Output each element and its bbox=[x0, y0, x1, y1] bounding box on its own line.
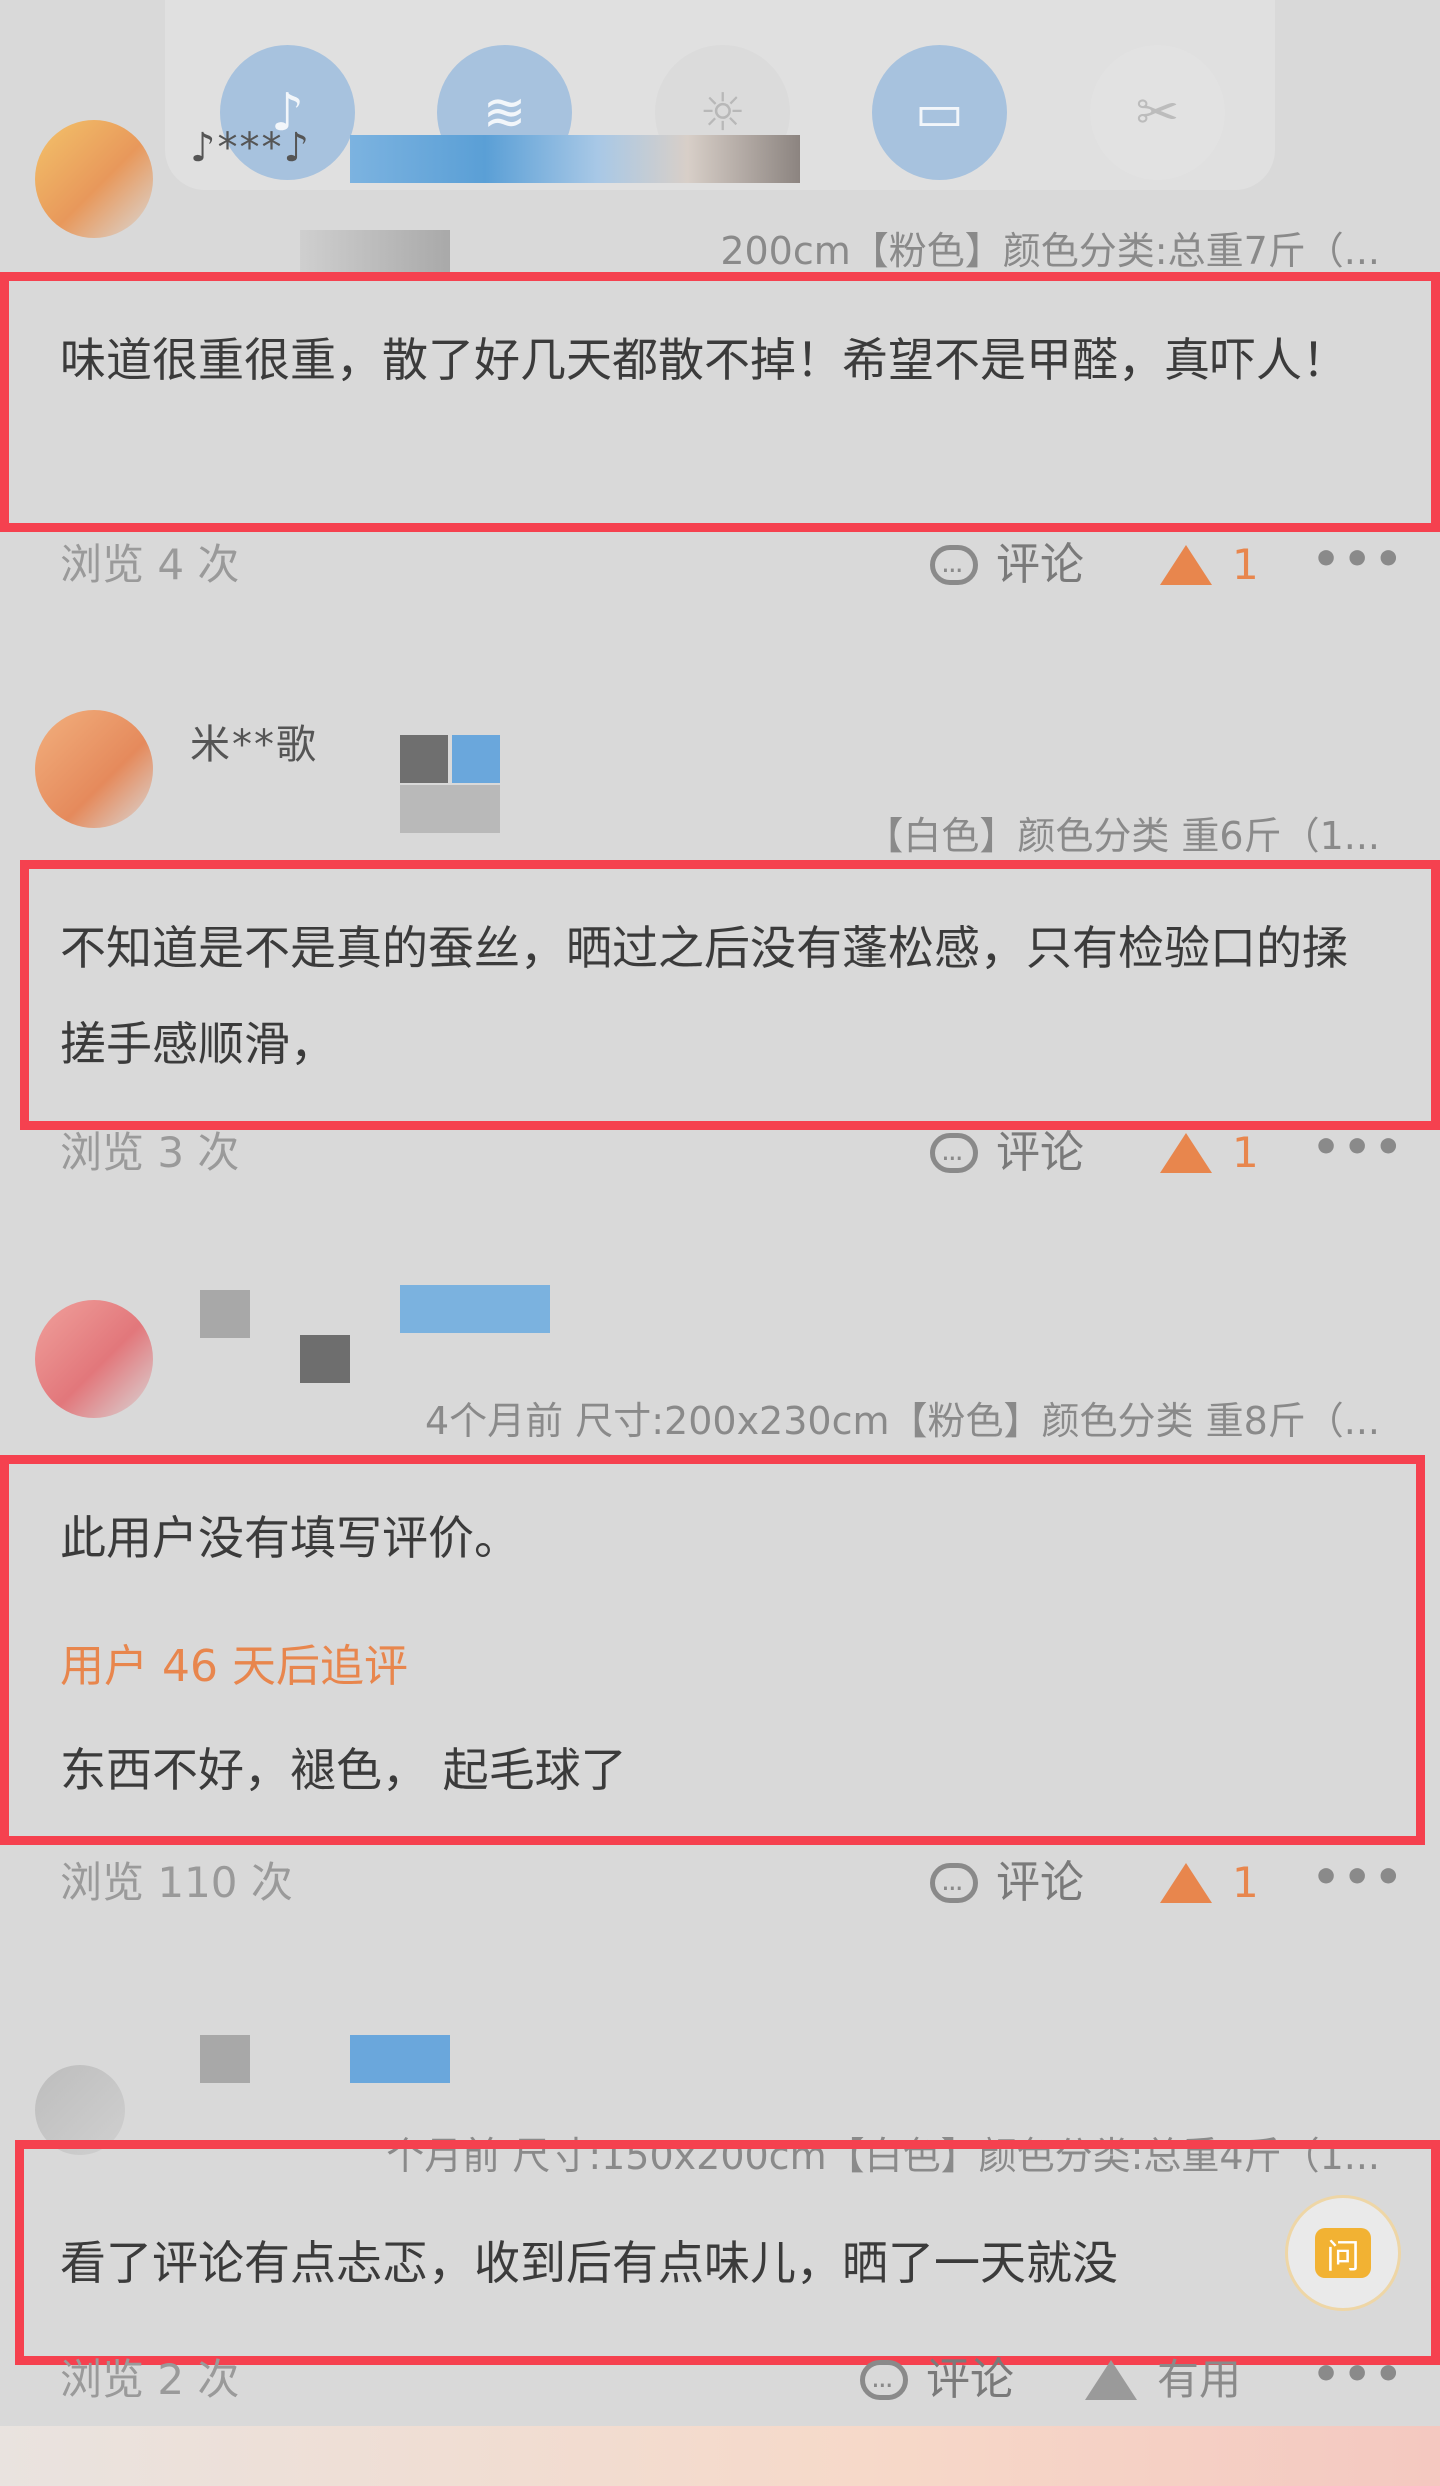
like-icon bbox=[1085, 2360, 1137, 2400]
username: 米**歌 bbox=[190, 722, 318, 768]
mosaic-badge bbox=[350, 2035, 450, 2083]
like-count: 1 bbox=[1232, 1858, 1259, 1907]
bottom-gradient bbox=[0, 2426, 1440, 2486]
review-meta: 200cm【粉色】颜色分类:总重7斤（... bbox=[720, 229, 1380, 273]
review-content: 味道很重很重，散了好几天都散不掉！希望不是甲醛，真吓人！ bbox=[60, 333, 1348, 387]
review-meta: 4个月前 尺寸:200x230cm【粉色】颜色分类 重8斤（... bbox=[424, 1399, 1380, 1443]
followup-content: 东西不好，褪色， 起毛球了 bbox=[60, 1743, 627, 1797]
comment-button[interactable]: 评论 bbox=[930, 1848, 1084, 1924]
comment-button[interactable]: 评论 bbox=[930, 530, 1084, 606]
like-icon bbox=[1160, 1133, 1212, 1173]
more-icon[interactable]: ••• bbox=[1312, 1848, 1405, 1908]
more-icon[interactable]: ••• bbox=[1312, 1118, 1405, 1178]
ask-button[interactable]: 问 bbox=[1285, 2195, 1401, 2311]
comment-icon bbox=[930, 1854, 978, 1924]
avatar[interactable] bbox=[35, 1300, 153, 1418]
view-count: 浏览 3 次 bbox=[60, 1128, 240, 1177]
review-meta: 【白色】颜色分类 重6斤（1... bbox=[865, 814, 1380, 858]
username: ♪***♪ bbox=[190, 125, 312, 171]
like-icon bbox=[1160, 1863, 1212, 1903]
more-icon[interactable]: ••• bbox=[1312, 2345, 1405, 2405]
like-count: 1 bbox=[1232, 540, 1259, 589]
avatar[interactable] bbox=[35, 710, 153, 828]
mosaic-badge bbox=[400, 1285, 550, 1333]
mosaic-badge bbox=[400, 735, 500, 783]
comment-label: 评论 bbox=[996, 1857, 1084, 1908]
view-count: 浏览 2 次 bbox=[60, 2355, 240, 2404]
like-button[interactable]: 1 bbox=[1160, 530, 1259, 600]
comment-label: 评论 bbox=[996, 539, 1084, 590]
comment-icon bbox=[930, 536, 978, 606]
followup-label: 用户 46 天后追评 bbox=[60, 1641, 408, 1692]
mosaic-badge bbox=[400, 785, 500, 833]
view-count: 浏览 4 次 bbox=[60, 540, 240, 589]
review-content: 不知道是不是真的蚕丝，晒过之后没有蓬松感，只有检验口的揉搓手感顺滑， bbox=[60, 921, 1348, 1071]
comment-label: 评论 bbox=[996, 1127, 1084, 1178]
view-count: 浏览 110 次 bbox=[60, 1858, 293, 1907]
review-actions: 浏览 110 次 评论 1 ••• bbox=[0, 1848, 1440, 1924]
useful-label: 有用 bbox=[1157, 2355, 1242, 2404]
comment-icon bbox=[930, 1124, 978, 1194]
like-icon bbox=[1160, 545, 1212, 585]
mosaic-badge bbox=[300, 1335, 350, 1383]
mosaic-badge bbox=[200, 1290, 250, 1338]
like-count: 1 bbox=[1232, 1128, 1259, 1177]
more-icon[interactable]: ••• bbox=[1312, 530, 1405, 590]
mosaic-badge bbox=[350, 135, 800, 183]
comment-button[interactable]: 评论 bbox=[860, 2345, 1014, 2421]
review-content: 此用户没有填写评价。 bbox=[60, 1511, 520, 1565]
screenshot-icon: ✂ bbox=[1090, 45, 1225, 180]
review-actions: 浏览 2 次 评论 有用 ••• bbox=[0, 2345, 1440, 2421]
useful-button[interactable]: 有用 bbox=[1085, 2345, 1241, 2415]
review-content: 看了评论有点忐忑，收到后有点味儿，晒了一天就没 bbox=[60, 2236, 1118, 2290]
review-actions: 浏览 4 次 评论 1 ••• bbox=[0, 530, 1440, 606]
comment-label: 评论 bbox=[926, 2354, 1014, 2405]
comment-icon bbox=[860, 2351, 908, 2421]
avatar[interactable] bbox=[35, 120, 153, 238]
review-actions: 浏览 3 次 评论 1 ••• bbox=[0, 1118, 1440, 1194]
like-button[interactable]: 1 bbox=[1160, 1848, 1259, 1918]
like-button[interactable]: 1 bbox=[1160, 1118, 1259, 1188]
mosaic-block bbox=[300, 230, 450, 278]
mosaic-badge bbox=[200, 2035, 250, 2083]
ask-icon: 问 bbox=[1315, 2228, 1371, 2278]
comment-button[interactable]: 评论 bbox=[930, 1118, 1084, 1194]
book-icon: ▭ bbox=[872, 45, 1007, 180]
